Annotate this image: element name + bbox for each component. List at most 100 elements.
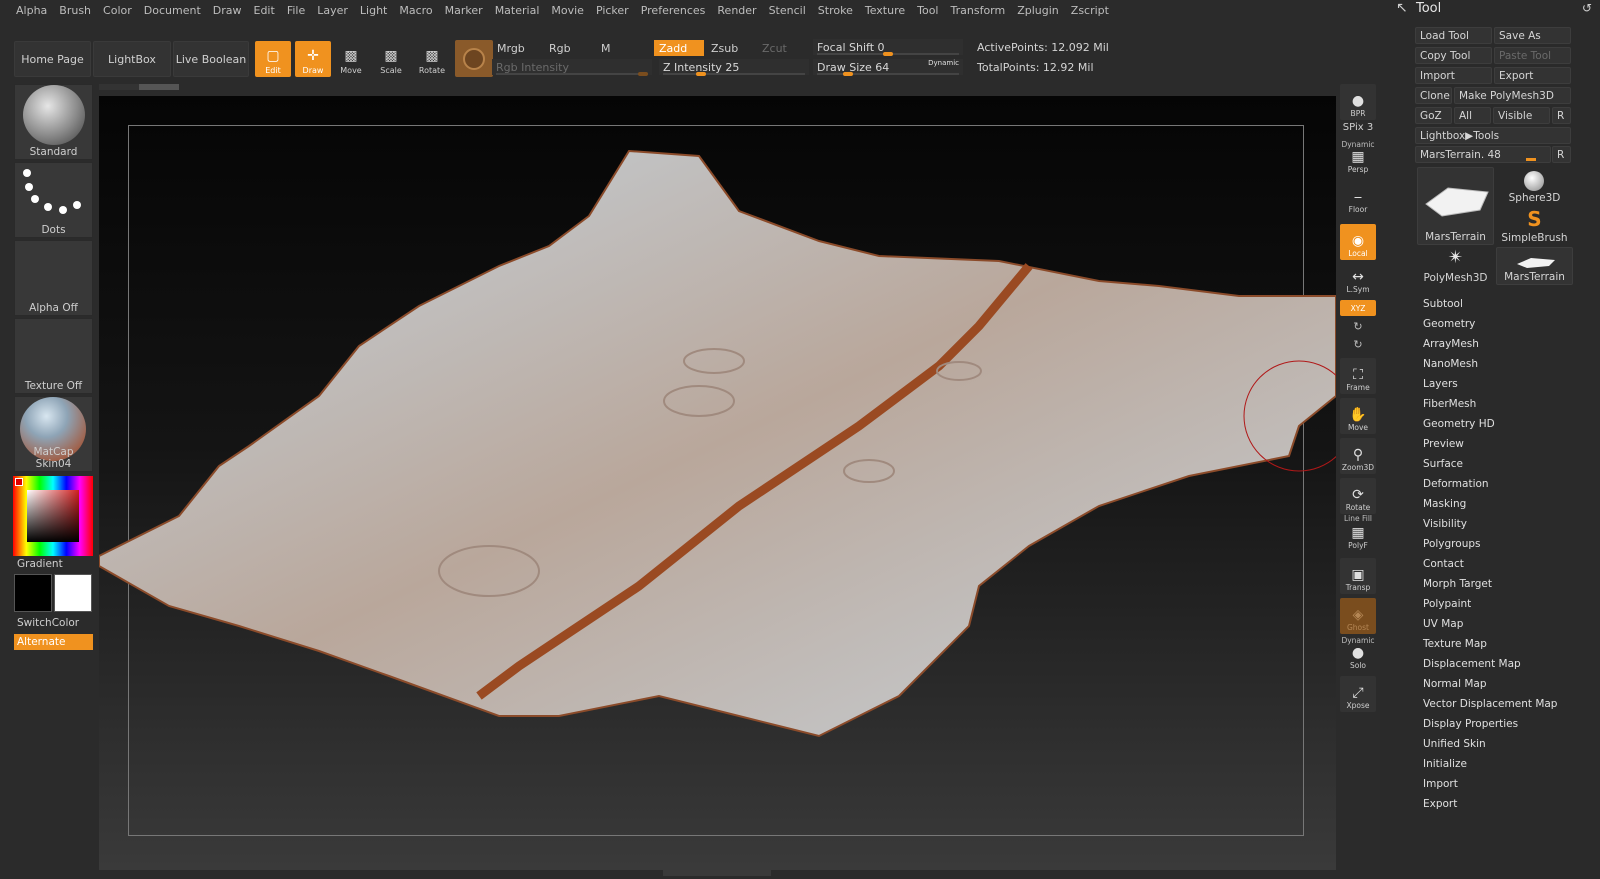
bottom-tray-handle[interactable] — [663, 870, 771, 876]
subpalette-arraymesh[interactable]: ArrayMesh — [1423, 338, 1479, 350]
tool-r-button[interactable]: R — [1552, 146, 1571, 163]
subpalette-normal-map[interactable]: Normal Map — [1423, 678, 1487, 690]
mrgb-button[interactable]: Mrgb — [492, 40, 542, 56]
draw-mode-button[interactable]: ✛ Draw — [295, 41, 331, 77]
lightbox-button[interactable]: LightBox — [93, 41, 171, 77]
draw-size-slider[interactable]: Draw Size 64 Dynamic — [813, 59, 963, 76]
subpalette-morph-target[interactable]: Morph Target — [1423, 578, 1492, 590]
color-saturation-square[interactable] — [27, 490, 79, 542]
menu-draw[interactable]: Draw — [207, 4, 248, 17]
rotate-mode-button[interactable]: ▩ Rotate — [414, 41, 450, 77]
subpalette-visibility[interactable]: Visibility — [1423, 518, 1467, 530]
subpalette-texture-map[interactable]: Texture Map — [1423, 638, 1487, 650]
tool-thumb-sphere3d[interactable]: Sphere3D — [1496, 167, 1573, 205]
live-boolean-button[interactable]: Live Boolean — [173, 41, 249, 77]
m-button[interactable]: M — [596, 40, 646, 56]
local-button[interactable]: ◉ Local — [1340, 224, 1376, 260]
menu-preferences[interactable]: Preferences — [635, 4, 712, 17]
goz-r-button[interactable]: R — [1552, 107, 1571, 124]
menu-stroke[interactable]: Stroke — [812, 4, 859, 17]
save-as-button[interactable]: Save As — [1494, 27, 1571, 44]
menu-transform[interactable]: Transform — [945, 4, 1012, 17]
edit-mode-button[interactable]: ▢ Edit — [255, 41, 291, 77]
load-tool-button[interactable]: Load Tool — [1415, 27, 1492, 44]
bpr-button[interactable]: ● BPR — [1340, 84, 1376, 120]
menu-color[interactable]: Color — [97, 4, 138, 17]
solo-button[interactable]: ● Solo — [1340, 642, 1376, 672]
lsym-button[interactable]: ↔ L.Sym — [1340, 266, 1376, 296]
menu-macro[interactable]: Macro — [393, 4, 438, 17]
menu-edit[interactable]: Edit — [248, 4, 281, 17]
subpalette-subtool[interactable]: Subtool — [1423, 298, 1463, 310]
dynamic-toggle[interactable]: Dynamic — [928, 59, 959, 67]
copy-tool-button[interactable]: Copy Tool — [1415, 47, 1492, 64]
color-intensity-ball[interactable] — [455, 40, 493, 77]
menu-layer[interactable]: Layer — [311, 4, 354, 17]
menu-alpha[interactable]: Alpha — [10, 4, 53, 17]
subpalette-import[interactable]: Import — [1423, 778, 1458, 790]
menu-texture[interactable]: Texture — [859, 4, 911, 17]
horizontal-scrollbar[interactable] — [99, 84, 179, 90]
main-color-swatch[interactable] — [54, 574, 92, 612]
goz-visible-button[interactable]: Visible — [1493, 107, 1550, 124]
menu-tool[interactable]: Tool — [911, 4, 944, 17]
menu-picker[interactable]: Picker — [590, 4, 635, 17]
menu-zplugin[interactable]: Zplugin — [1011, 4, 1065, 17]
paste-tool-button[interactable]: Paste Tool — [1494, 47, 1571, 64]
current-tool-slider[interactable]: MarsTerrain. 48 — [1415, 146, 1551, 163]
menu-light[interactable]: Light — [354, 4, 393, 17]
undock-icon[interactable]: ↺ — [1582, 1, 1592, 15]
subpalette-preview[interactable]: Preview — [1423, 438, 1464, 450]
rgb-intensity-slider[interactable]: Rgb Intensity — [492, 59, 652, 76]
tool-thumb-marsterrain[interactable]: MarsTerrain — [1417, 167, 1494, 245]
alternate-button[interactable]: Alternate — [14, 634, 93, 650]
menu-render[interactable]: Render — [711, 4, 762, 17]
focal-shift-knob[interactable] — [883, 52, 893, 56]
subpalette-contact[interactable]: Contact — [1423, 558, 1464, 570]
rotate-view-button[interactable]: ⟳ Rotate — [1340, 478, 1376, 514]
tool-thumb-polymesh3d[interactable]: ✴ PolyMesh3D — [1417, 247, 1494, 285]
alpha-selector[interactable]: Alpha Off — [14, 240, 93, 316]
z-intensity-knob[interactable] — [696, 72, 706, 76]
goz-all-button[interactable]: All — [1454, 107, 1491, 124]
subpalette-layers[interactable]: Layers — [1423, 378, 1458, 390]
tool-thumb-simplebrush[interactable]: S SimpleBrush — [1496, 207, 1573, 245]
ghost-button[interactable]: ◈ Ghost — [1340, 598, 1376, 634]
draw-size-knob[interactable] — [843, 72, 853, 76]
menu-stencil[interactable]: Stencil — [763, 4, 812, 17]
export-button[interactable]: Export — [1494, 67, 1571, 84]
subpalette-masking[interactable]: Masking — [1423, 498, 1466, 510]
terrain-model[interactable] — [99, 96, 1336, 870]
tool-thumb-marsterrain-2[interactable]: MarsTerrain — [1496, 247, 1573, 285]
subpalette-initialize[interactable]: Initialize — [1423, 758, 1467, 770]
scale-mode-button[interactable]: ▩ Scale — [373, 41, 409, 77]
subpalette-surface[interactable]: Surface — [1423, 458, 1463, 470]
move-view-button[interactable]: ✋ Move — [1340, 398, 1376, 434]
brush-selector[interactable]: Standard — [14, 84, 93, 160]
spix-slider[interactable]: SPix 3 — [1338, 122, 1378, 133]
menu-material[interactable]: Material — [489, 4, 546, 17]
subpalette-geometry-hd[interactable]: Geometry HD — [1423, 418, 1495, 430]
subpalette-polypaint[interactable]: Polypaint — [1423, 598, 1471, 610]
scrollbar-thumb[interactable] — [139, 84, 179, 90]
menu-file[interactable]: File — [281, 4, 311, 17]
persp-button[interactable]: ▦ Persp — [1340, 148, 1376, 176]
menu-document[interactable]: Document — [138, 4, 207, 17]
rotate-y-icon[interactable]: ↻ — [1338, 320, 1378, 333]
secondary-color-swatch[interactable] — [14, 574, 52, 612]
document-canvas[interactable] — [99, 96, 1336, 870]
menu-movie[interactable]: Movie — [545, 4, 590, 17]
z-intensity-slider[interactable]: Z Intensity 25 — [659, 59, 809, 76]
subpalette-display-properties[interactable]: Display Properties — [1423, 718, 1518, 730]
subpalette-vector-displacement-map[interactable]: Vector Displacement Map — [1423, 698, 1557, 710]
zoom3d-button[interactable]: ⚲ Zoom3D — [1340, 438, 1376, 474]
import-button[interactable]: Import — [1415, 67, 1492, 84]
transp-button[interactable]: ▣ Transp — [1340, 558, 1376, 594]
menu-brush[interactable]: Brush — [53, 4, 97, 17]
xpose-button[interactable]: ⤢ Xpose — [1340, 676, 1376, 712]
subpalette-geometry[interactable]: Geometry — [1423, 318, 1475, 330]
move-mode-button[interactable]: ▩ Move — [333, 41, 369, 77]
stroke-selector[interactable]: Dots — [14, 162, 93, 238]
lightbox-tools-button[interactable]: Lightbox▶Tools — [1415, 127, 1571, 144]
current-tool-knob[interactable] — [1526, 158, 1536, 161]
